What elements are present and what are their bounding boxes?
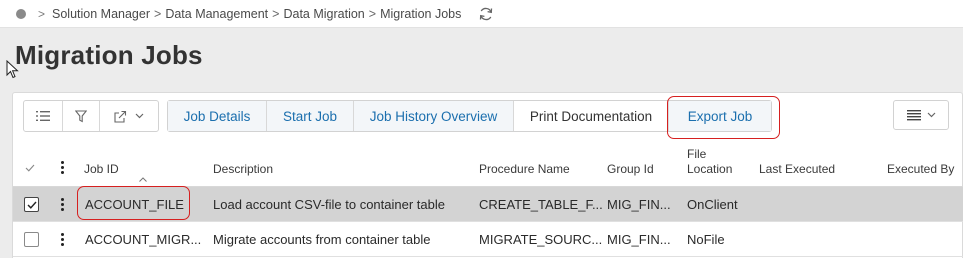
column-header-group-id[interactable]: Group Id [607,162,654,177]
row-kebab-icon[interactable] [59,187,65,222]
breadcrumb-separator: > [272,6,280,21]
cell-description: Load account CSV-file to container table [213,197,445,212]
breadcrumb-item-solution-manager[interactable]: Solution Manager [52,7,150,21]
row-checkbox[interactable] [24,222,39,257]
breadcrumb: Solution Manager > Data Management > Dat… [52,7,461,21]
table-row[interactable]: ACCOUNT_MIGR... Migrate accounts from co… [13,222,963,257]
cell-file-location: NoFile [687,232,725,247]
cell-job-id[interactable]: ACCOUNT_FILE [85,187,184,222]
jobs-table: Job ID Description Procedure Name Group … [13,143,963,257]
export-icon [114,110,127,123]
column-header-description[interactable]: Description [213,162,273,177]
cell-job-id[interactable]: ACCOUNT_MIGR... [85,222,201,257]
column-header-procedure-name[interactable]: Procedure Name [479,162,570,177]
breadcrumb-bar: > Solution Manager > Data Management > D… [0,0,963,28]
job-details-button[interactable]: Job Details [168,101,267,131]
checkmark-icon [27,201,37,209]
home-icon[interactable] [16,8,26,19]
filter-icon [75,109,87,122]
column-header-executed-by[interactable]: Executed By [887,162,954,177]
cell-group-id: MIG_FIN... [607,197,671,212]
export-menu-button[interactable] [100,101,158,131]
job-history-overview-button[interactable]: Job History Overview [354,101,514,131]
refresh-icon[interactable] [477,5,495,23]
column-header-file-location-line2[interactable]: Location [687,162,732,177]
column-settings-button[interactable] [893,100,949,130]
header-kebab-icon[interactable] [59,161,65,174]
breadcrumb-item-migration-jobs: Migration Jobs [380,6,462,21]
cell-description: Migrate accounts from container table [213,232,431,247]
cell-file-location: OnClient [687,197,738,212]
cell-procedure-name: CREATE_TABLE_F... [479,197,603,212]
migration-jobs-list: Job Details Start Job Job History Overvi… [12,92,963,258]
start-job-button[interactable]: Start Job [267,101,354,131]
breadcrumb-item-data-migration[interactable]: Data Migration [283,7,364,21]
mouse-cursor-icon [6,60,19,79]
chevron-down-icon [927,112,935,118]
print-documentation-button[interactable]: Print Documentation [514,101,669,131]
list-icon [36,111,50,121]
export-job-button[interactable]: Export Job [669,101,771,131]
column-header-file-location-line1[interactable]: File [687,147,706,162]
breadcrumb-separator: > [154,6,162,21]
page-title: Migration Jobs [15,40,203,70]
chevron-right-icon: > [38,6,46,21]
select-all-checkmark-icon[interactable] [25,161,35,176]
command-group: Job Details Start Job Job History Overvi… [167,100,772,132]
row-kebab-icon[interactable] [59,222,65,257]
menu-icon [906,110,921,121]
filter-button[interactable] [63,101,100,131]
table-header: Job ID Description Procedure Name Group … [13,143,963,187]
row-checkbox[interactable] [24,187,39,222]
toolbar: Job Details Start Job Job History Overvi… [13,93,963,143]
column-header-job-id[interactable]: Job ID [84,162,119,177]
sort-ascending-icon [139,177,147,182]
column-header-last-executed[interactable]: Last Executed [759,162,835,177]
cell-procedure-name: MIGRATE_SOURC... [479,232,603,247]
cell-group-id: MIG_FIN... [607,232,671,247]
table-row[interactable]: ACCOUNT_FILE Load account CSV-file to co… [13,186,963,222]
list-view-button[interactable] [24,101,63,131]
breadcrumb-separator: > [368,6,377,21]
breadcrumb-item-data-management[interactable]: Data Management [165,7,268,21]
tool-group [23,100,159,132]
chevron-down-icon [135,113,144,119]
